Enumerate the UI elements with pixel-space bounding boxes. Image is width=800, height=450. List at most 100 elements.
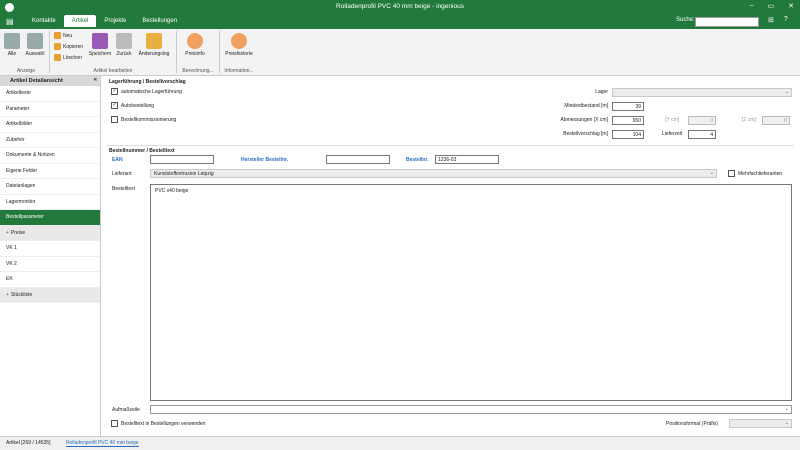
lager-select[interactable]: ⌄ (612, 88, 792, 97)
zurueck-button[interactable]: Zurück (114, 33, 134, 57)
checkbox-checked-icon: ✓ (111, 88, 118, 95)
group-information: Information... (224, 68, 254, 74)
maximize-button[interactable]: ▭ (768, 2, 775, 10)
price-history-icon (231, 33, 247, 49)
bestellvorschlag-label: Bestellvorschlag [m] (563, 131, 608, 137)
hersteller-bestellnr-label: Hersteller Bestellnr. (241, 157, 288, 163)
status-article-count[interactable]: Artikel [269 / 14535] (6, 440, 50, 446)
bestellkommissionierung-checkbox[interactable]: Bestellkommissionierung (111, 116, 176, 123)
sidebar-item-dokumente[interactable]: Dokumente & Notizen (0, 148, 100, 164)
group-berechnung: Berechnung... (182, 68, 214, 74)
new-icon (54, 32, 61, 39)
lager-label: Lager (595, 89, 608, 95)
bestellnr-input[interactable]: 1236-03 (435, 155, 499, 164)
alle-button[interactable]: Alle (4, 33, 20, 57)
ean-label: EAN (112, 157, 123, 163)
chevron-down-icon: ⌄ (709, 170, 714, 176)
speichern-button[interactable]: Speichern (88, 33, 112, 57)
z-label: [Z cm] (742, 117, 756, 123)
bestellvorschlag-input[interactable]: 104 (612, 130, 644, 139)
abmessungen-z-input[interactable]: 0 (762, 116, 790, 125)
app-menu-icon[interactable]: ▤ (6, 17, 14, 26)
minimize-button[interactable]: – (750, 2, 754, 10)
copy-icon (54, 43, 61, 50)
search-input[interactable] (695, 17, 759, 27)
chevron-down-icon: ⌄ (784, 406, 789, 412)
grid-icon[interactable]: ⊞ (768, 16, 774, 24)
mindestbestand-input[interactable]: 39 (612, 102, 644, 111)
loeschen-button[interactable]: Löschen (54, 54, 82, 61)
ean-input[interactable] (150, 155, 214, 164)
main-tabbar: ▤ Kontakte Artikel Projekte Bestellungen… (0, 15, 800, 29)
chevron-down-icon: ⌄ (784, 89, 789, 95)
checkbox-checked-icon: ✓ (111, 102, 118, 109)
plus-icon: + (6, 229, 9, 236)
aenderungslog-button[interactable]: Änderungslog (136, 33, 172, 57)
mehrfachlieferanten-checkbox[interactable]: Mehrfachlieferanten (728, 170, 782, 177)
title-bar: Rolladenprofil PVC 40 mm beige - ingenio… (0, 0, 800, 15)
sidebar-item-eigene-felder[interactable]: Eigene Felder (0, 164, 100, 179)
sidebar-item-vk1[interactable]: VK 1 (0, 241, 100, 257)
undo-icon (116, 33, 132, 49)
aufmasszeile-select[interactable]: ⌄ (150, 405, 792, 414)
list-icon (4, 33, 20, 49)
sidebar-item-dateianlagen[interactable]: Dateianlagen (0, 179, 100, 195)
sidebar: Artikel Detailansicht « Artikeltexte Par… (0, 76, 101, 436)
sidebar-item-artikelbilder[interactable]: Artikelbilder (0, 117, 100, 133)
section-lagerfuehrung: Lagerführung / Bestellvorschlag (109, 79, 186, 85)
tab-artikel[interactable]: Artikel (63, 15, 97, 27)
group-artikel-bearbeiten: Artikel bearbeiten (93, 68, 133, 74)
auswahl-button[interactable]: Auswahl (24, 33, 46, 57)
bestelltext-verwenden-checkbox[interactable]: Bestelltext in Bestellungen verwenden (111, 420, 206, 427)
chevron-down-icon: ⌄ (784, 420, 789, 426)
preishistorie-button[interactable]: Preishistorie (222, 33, 256, 57)
sidebar-item-vk2[interactable]: VK 2 (0, 257, 100, 272)
delete-icon (54, 54, 61, 61)
collapse-icon[interactable]: « (94, 77, 97, 83)
main-panel: Lagerführung / Bestellvorschlag ✓ automa… (104, 76, 800, 436)
close-button[interactable]: ✕ (788, 2, 794, 10)
sidebar-group-preise[interactable]: + Preise (0, 225, 100, 241)
positionsformat-select[interactable]: ⌄ (729, 419, 792, 428)
sidebar-item-lagermonitor[interactable]: Lagermonitor (0, 195, 100, 210)
lieferant-select[interactable]: Kunststoffextrusion Leipzig ⌄ (150, 169, 717, 178)
tab-projekte[interactable]: Projekte (96, 15, 134, 27)
abmessungen-label: Abmessungen [X cm] (560, 117, 608, 123)
sidebar-item-bestellparameter[interactable]: Bestellparameter (0, 210, 100, 226)
auto-lager-checkbox[interactable]: ✓ automatische Lagerführung (111, 88, 182, 95)
preisinfo-button[interactable]: Preisinfo (182, 33, 208, 57)
selection-icon (27, 33, 43, 49)
plus-icon: + (6, 291, 9, 298)
status-current-article-tab[interactable]: Rolladenprofil PVC 40 mm beige (66, 440, 139, 447)
y-label: [Y cm] (665, 117, 680, 123)
section-bestellnummer: Bestellnummer / Bestelltext (109, 148, 175, 154)
hersteller-bestellnr-input[interactable] (326, 155, 390, 164)
status-bar: Artikel [269 / 14535] Rolladenprofil PVC… (0, 436, 800, 450)
bestelltext-textarea[interactable]: PVC x40 beige (150, 184, 792, 401)
price-info-icon (187, 33, 203, 49)
sidebar-item-parameter[interactable]: Parameter (0, 102, 100, 117)
abmessungen-y-input[interactable]: 0 (688, 116, 716, 125)
sidebar-item-ek[interactable]: EK (0, 272, 100, 288)
mindestbestand-label: Mindestbestand [m] (564, 103, 608, 109)
autobestellung-checkbox[interactable]: ✓ Autobestellung (111, 102, 154, 109)
bestellnr-label: Bestellnr. (406, 157, 429, 163)
sidebar-header: Artikel Detailansicht « (0, 76, 100, 86)
tab-bestellungen[interactable]: Bestellungen (134, 15, 185, 27)
checkbox-unchecked-icon (728, 170, 735, 177)
sidebar-item-zubehoer[interactable]: Zubehör (0, 133, 100, 148)
abmessungen-x-input[interactable]: 650 (612, 116, 644, 125)
checkbox-unchecked-icon (111, 116, 118, 123)
lieferzeit-input[interactable]: 4 (688, 130, 716, 139)
sidebar-group-stueckliste[interactable]: + Stückliste (0, 287, 100, 303)
positionsformat-label: Positionsformat (Präfix) (666, 421, 718, 427)
tab-kontakte[interactable]: Kontakte (24, 15, 64, 27)
save-icon (92, 33, 108, 49)
help-icon[interactable]: ? (784, 16, 788, 24)
kopieren-button[interactable]: Kopieren (54, 43, 83, 50)
ribbon: Alle Auswahl Neu Kopieren Löschen Speich… (0, 29, 800, 76)
neu-button[interactable]: Neu (54, 32, 72, 39)
bestelltext-label: Bestelltext (112, 186, 136, 192)
group-anzeige: Anzeige (16, 68, 36, 74)
sidebar-item-artikeltexte[interactable]: Artikeltexte (0, 86, 100, 102)
